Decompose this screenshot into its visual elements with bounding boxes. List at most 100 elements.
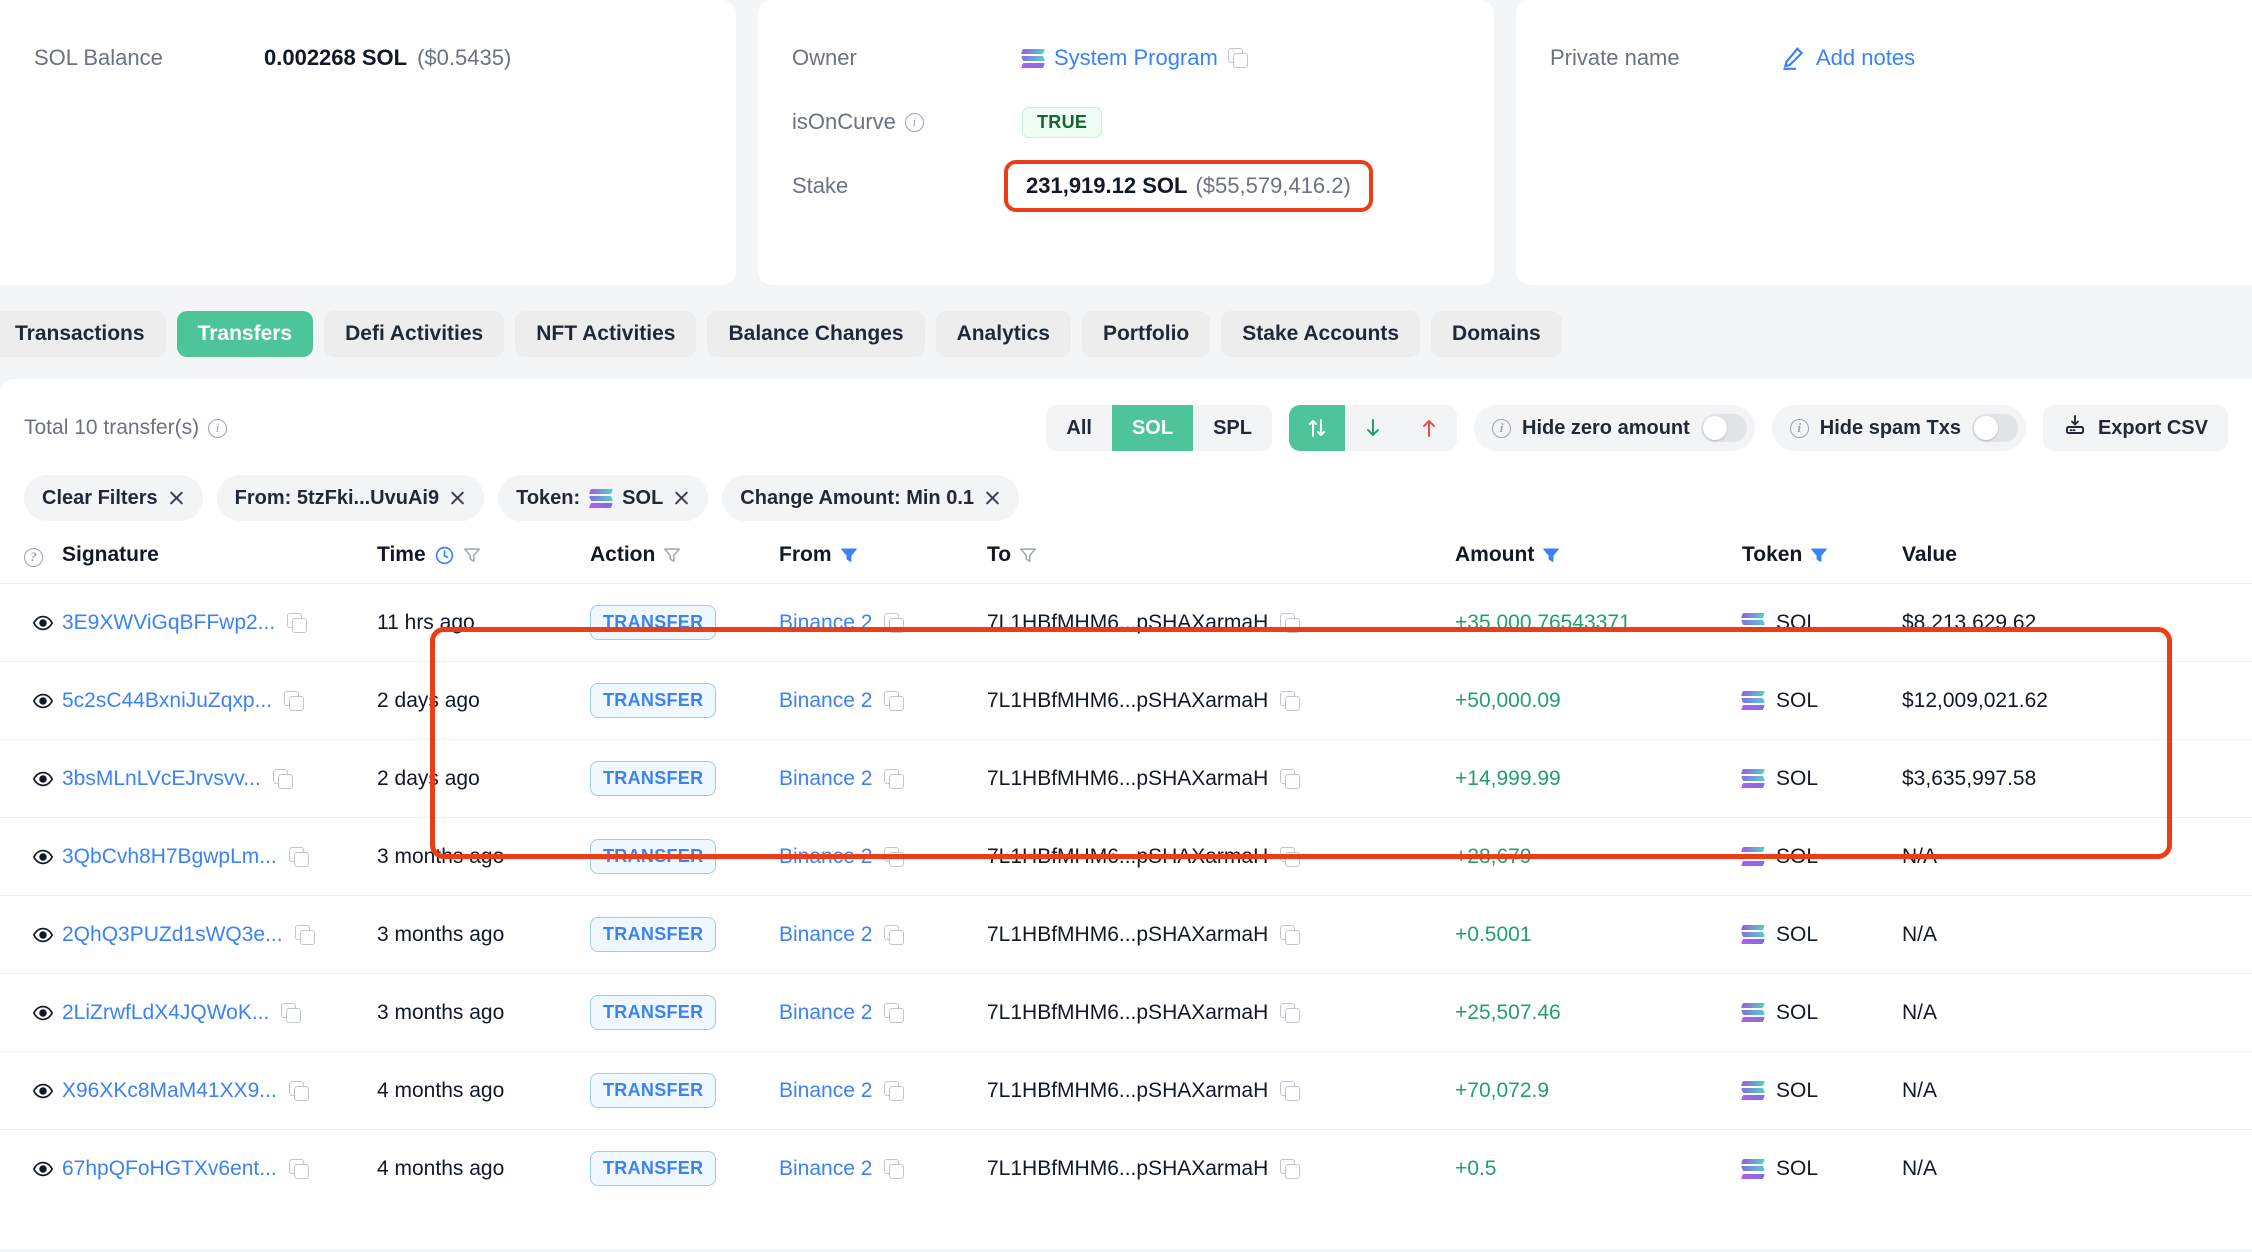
filter-icon-active[interactable] xyxy=(1810,545,1828,565)
tab-transfers[interactable]: Transfers xyxy=(177,311,314,357)
table-row[interactable]: 5c2sC44BxniJuZqxp...2 days agoTRANSFERBi… xyxy=(0,662,2252,740)
copy-icon[interactable] xyxy=(884,1081,904,1101)
signature-link[interactable]: 3E9XWViGqBFFwp2... xyxy=(62,611,275,635)
close-icon[interactable] xyxy=(984,490,1001,507)
close-icon[interactable] xyxy=(449,490,466,507)
action-badge[interactable]: TRANSFER xyxy=(590,995,716,1030)
table-row[interactable]: 3bsMLnLVcEJrvsvv...2 days agoTRANSFERBin… xyxy=(0,740,2252,818)
copy-icon[interactable] xyxy=(884,769,904,789)
chip-clear-filters[interactable]: Clear Filters xyxy=(24,475,203,521)
table-row[interactable]: 3E9XWViGqBFFwp2...11 hrs agoTRANSFERBina… xyxy=(0,584,2252,662)
copy-icon[interactable] xyxy=(287,613,307,633)
table-row[interactable]: 3QbCvh8H7BgwpLm...3 months agoTRANSFERBi… xyxy=(0,818,2252,896)
table-row[interactable]: X96XKc8MaM41XX9...4 months agoTRANSFERBi… xyxy=(0,1052,2252,1130)
hide-spam-txs-switch[interactable] xyxy=(1972,414,2018,442)
tab-balance-changes[interactable]: Balance Changes xyxy=(707,311,924,357)
help-circle-icon[interactable]: ? xyxy=(24,548,43,567)
copy-icon[interactable] xyxy=(1280,691,1300,711)
close-icon[interactable] xyxy=(168,490,185,507)
copy-icon[interactable] xyxy=(284,691,304,711)
filter-icon-active[interactable] xyxy=(1542,545,1560,565)
token-filter-spl[interactable]: SPL xyxy=(1193,405,1272,451)
action-badge[interactable]: TRANSFER xyxy=(590,1151,716,1186)
copy-icon[interactable] xyxy=(295,925,315,945)
view-row-button[interactable] xyxy=(24,1150,62,1188)
signature-link[interactable]: 2LiZrwfLdX4JQWoK... xyxy=(62,1001,269,1025)
view-row-button[interactable] xyxy=(24,760,62,798)
view-row-button[interactable] xyxy=(24,604,62,642)
copy-icon[interactable] xyxy=(1280,613,1300,633)
view-row-button[interactable] xyxy=(24,994,62,1032)
copy-icon[interactable] xyxy=(289,1081,309,1101)
action-badge[interactable]: TRANSFER xyxy=(590,761,716,796)
tab-defi-activities[interactable]: Defi Activities xyxy=(324,311,504,357)
from-link[interactable]: Binance 2 xyxy=(779,845,872,869)
from-link[interactable]: Binance 2 xyxy=(779,923,872,947)
tab-transactions[interactable]: Transactions xyxy=(0,311,166,357)
from-link[interactable]: Binance 2 xyxy=(779,1157,872,1181)
view-row-button[interactable] xyxy=(24,916,62,954)
copy-icon[interactable] xyxy=(289,847,309,867)
signature-link[interactable]: 2QhQ3PUZd1sWQ3e... xyxy=(62,923,283,947)
info-icon[interactable]: i xyxy=(208,419,227,438)
tab-analytics[interactable]: Analytics xyxy=(936,311,1071,357)
token-filter-sol[interactable]: SOL xyxy=(1112,405,1193,451)
copy-icon[interactable] xyxy=(1280,769,1300,789)
add-notes-link[interactable]: Add notes xyxy=(1816,45,1915,71)
signature-link[interactable]: X96XKc8MaM41XX9... xyxy=(62,1079,277,1103)
clock-icon[interactable] xyxy=(434,545,455,566)
copy-icon[interactable] xyxy=(884,691,904,711)
from-link[interactable]: Binance 2 xyxy=(779,1001,872,1025)
from-link[interactable]: Binance 2 xyxy=(779,611,872,635)
view-row-button[interactable] xyxy=(24,1072,62,1110)
owner-link[interactable]: System Program xyxy=(1054,45,1218,71)
signature-link[interactable]: 5c2sC44BxniJuZqxp... xyxy=(62,689,272,713)
from-link[interactable]: Binance 2 xyxy=(779,767,872,791)
signature-link[interactable]: 67hpQFoHGTXv6ent... xyxy=(62,1157,277,1181)
token-filter-all[interactable]: All xyxy=(1046,405,1112,451)
sort-up-arrow-icon[interactable] xyxy=(1401,405,1457,451)
hide-zero-amount-toggle[interactable]: i Hide zero amount xyxy=(1474,405,1755,451)
from-link[interactable]: Binance 2 xyxy=(779,1079,872,1103)
tab-portfolio[interactable]: Portfolio xyxy=(1082,311,1210,357)
copy-icon[interactable] xyxy=(273,769,293,789)
from-link[interactable]: Binance 2 xyxy=(779,689,872,713)
copy-icon[interactable] xyxy=(281,1003,301,1023)
tab-domains[interactable]: Domains xyxy=(1431,311,1562,357)
copy-icon[interactable] xyxy=(1280,1159,1300,1179)
table-row[interactable]: 2QhQ3PUZd1sWQ3e...3 months agoTRANSFERBi… xyxy=(0,896,2252,974)
info-icon[interactable]: i xyxy=(905,113,924,132)
filter-icon-active[interactable] xyxy=(840,545,858,565)
sort-down-arrow-icon[interactable] xyxy=(1345,405,1401,451)
table-row[interactable]: 2LiZrwfLdX4JQWoK...3 months agoTRANSFERB… xyxy=(0,974,2252,1052)
sort-both-arrows-icon[interactable] xyxy=(1289,405,1345,451)
action-badge[interactable]: TRANSFER xyxy=(590,917,716,952)
chip-token-filter[interactable]: Token: SOL xyxy=(498,475,708,521)
copy-icon[interactable] xyxy=(884,925,904,945)
copy-icon[interactable] xyxy=(1280,1081,1300,1101)
chip-from-filter[interactable]: From: 5tzFki...UvuAi9 xyxy=(217,475,484,521)
filter-icon[interactable] xyxy=(463,545,481,565)
signature-link[interactable]: 3QbCvh8H7BgwpLm... xyxy=(62,845,277,869)
view-row-button[interactable] xyxy=(24,682,62,720)
pencil-icon[interactable] xyxy=(1780,45,1806,71)
copy-icon[interactable] xyxy=(289,1159,309,1179)
action-badge[interactable]: TRANSFER xyxy=(590,683,716,718)
copy-icon[interactable] xyxy=(884,1159,904,1179)
copy-icon[interactable] xyxy=(1280,847,1300,867)
filter-icon[interactable] xyxy=(663,545,681,565)
close-icon[interactable] xyxy=(673,490,690,507)
tab-stake-accounts[interactable]: Stake Accounts xyxy=(1221,311,1420,357)
table-row[interactable]: 67hpQFoHGTXv6ent...4 months agoTRANSFERB… xyxy=(0,1130,2252,1208)
chip-change-amount-filter[interactable]: Change Amount: Min 0.1 xyxy=(722,475,1019,521)
signature-link[interactable]: 3bsMLnLVcEJrvsvv... xyxy=(62,767,261,791)
view-row-button[interactable] xyxy=(24,838,62,876)
copy-icon[interactable] xyxy=(884,613,904,633)
copy-icon[interactable] xyxy=(884,1003,904,1023)
hide-zero-amount-switch[interactable] xyxy=(1701,414,1747,442)
tab-nft-activities[interactable]: NFT Activities xyxy=(515,311,696,357)
copy-icon[interactable] xyxy=(1228,48,1248,68)
export-csv-button[interactable]: Export CSV xyxy=(2043,405,2228,451)
action-badge[interactable]: TRANSFER xyxy=(590,839,716,874)
filter-icon[interactable] xyxy=(1019,545,1037,565)
